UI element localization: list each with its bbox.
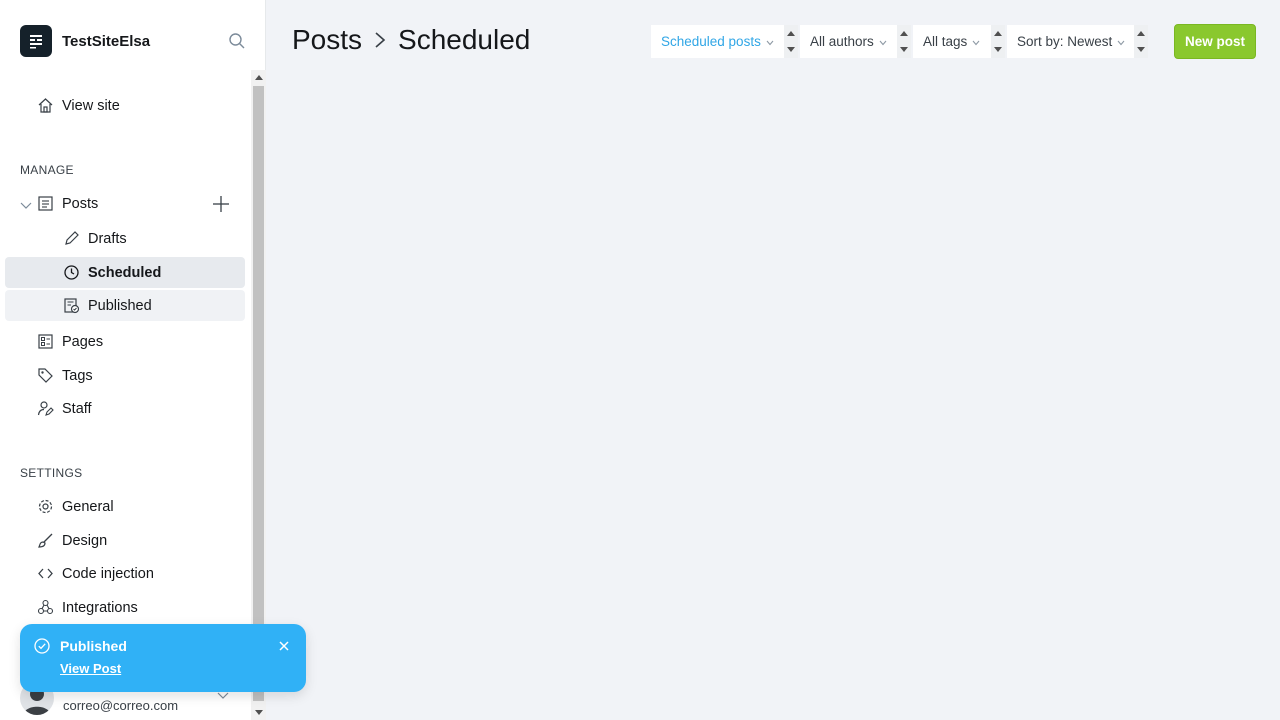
- tag-filter[interactable]: All tags: [913, 25, 1005, 58]
- nav-label: View site: [62, 97, 120, 114]
- pages-icon: [36, 333, 54, 351]
- author-filter-value: All authors: [810, 34, 874, 49]
- nav-label: Design: [62, 532, 108, 549]
- sort-filter[interactable]: Sort by: Newest: [1007, 25, 1148, 58]
- integrations-icon: [36, 599, 54, 617]
- scroll-up-arrow-icon[interactable]: [251, 70, 266, 84]
- chevron-down-icon: [1117, 34, 1125, 49]
- clock-icon: [62, 264, 80, 282]
- nav-staff[interactable]: Staff: [5, 393, 245, 424]
- search-icon[interactable]: [227, 31, 247, 51]
- select-spinner[interactable]: [1134, 25, 1148, 58]
- brush-icon: [36, 532, 54, 550]
- nav-label: Posts: [62, 195, 99, 212]
- staff-icon: [36, 400, 54, 418]
- select-spinner[interactable]: [784, 25, 798, 58]
- site-logo: [20, 25, 52, 57]
- nav-tags[interactable]: Tags: [5, 360, 245, 391]
- gear-icon: [36, 498, 54, 516]
- add-post-icon[interactable]: [211, 194, 231, 214]
- chevron-down-icon: [972, 34, 980, 49]
- breadcrumb: Posts Scheduled: [292, 24, 530, 56]
- nav-label: Scheduled: [88, 264, 162, 281]
- nav-label: Code injection: [62, 565, 154, 582]
- author-filter[interactable]: All authors: [800, 25, 911, 58]
- nav-scheduled[interactable]: Scheduled: [5, 257, 245, 288]
- nav-label: Staff: [62, 400, 92, 417]
- page-title: Scheduled: [398, 24, 531, 55]
- chevron-down-icon: [879, 34, 887, 49]
- nav-label: Tags: [62, 367, 93, 384]
- home-icon: [36, 97, 54, 115]
- nav-label: Published: [88, 297, 152, 314]
- publish-toast: Published View Post: [20, 624, 306, 692]
- nav-label: Drafts: [88, 230, 127, 247]
- sidebar-scrollbar[interactable]: [251, 70, 266, 720]
- scroll-thumb[interactable]: [253, 86, 264, 701]
- nav-label: Pages: [62, 333, 104, 350]
- nav-general[interactable]: General: [5, 491, 245, 522]
- nav-integrations[interactable]: Integrations: [5, 592, 245, 623]
- code-icon: [36, 565, 54, 583]
- nav-label: Integrations: [62, 599, 138, 616]
- section-manage: MANAGE: [20, 163, 74, 177]
- nav-drafts[interactable]: Drafts: [5, 223, 245, 254]
- published-icon: [62, 297, 80, 315]
- close-icon[interactable]: [277, 639, 291, 653]
- pencil-icon: [62, 230, 80, 248]
- tag-icon: [36, 367, 54, 385]
- view-post-link[interactable]: View Post: [60, 661, 121, 676]
- posts-icon: [36, 195, 54, 213]
- nav-posts[interactable]: Posts: [5, 188, 245, 219]
- site-brand[interactable]: TestSiteElsa: [20, 25, 150, 57]
- breadcrumb-posts-link[interactable]: Posts: [292, 24, 362, 56]
- select-spinner[interactable]: [897, 25, 911, 58]
- scroll-down-arrow-icon[interactable]: [251, 706, 266, 720]
- toast-title: Published: [60, 638, 127, 654]
- sort-filter-value: Sort by: Newest: [1017, 34, 1113, 49]
- site-name: TestSiteElsa: [62, 32, 151, 50]
- new-post-button[interactable]: New post: [1174, 24, 1256, 59]
- post-type-filter-value: Scheduled posts: [661, 34, 761, 49]
- nav-published[interactable]: Published: [5, 290, 245, 321]
- user-email: correo@correo.com: [63, 697, 179, 713]
- check-circle-icon: [34, 638, 50, 654]
- nav-label: General: [62, 498, 114, 515]
- section-settings: SETTINGS: [20, 466, 83, 480]
- sidebar: TestSiteElsa View site MANAGE Posts Draf…: [0, 0, 266, 720]
- select-spinner[interactable]: [991, 25, 1005, 58]
- nav-pages[interactable]: Pages: [5, 326, 245, 357]
- nav-view-site[interactable]: View site: [5, 90, 245, 121]
- nav-code-injection[interactable]: Code injection: [5, 558, 245, 589]
- chevron-right-icon: [374, 32, 386, 48]
- tag-filter-value: All tags: [923, 34, 968, 49]
- post-type-filter[interactable]: Scheduled posts: [651, 25, 798, 58]
- chevron-down-icon: [766, 34, 774, 49]
- nav-design[interactable]: Design: [5, 525, 245, 556]
